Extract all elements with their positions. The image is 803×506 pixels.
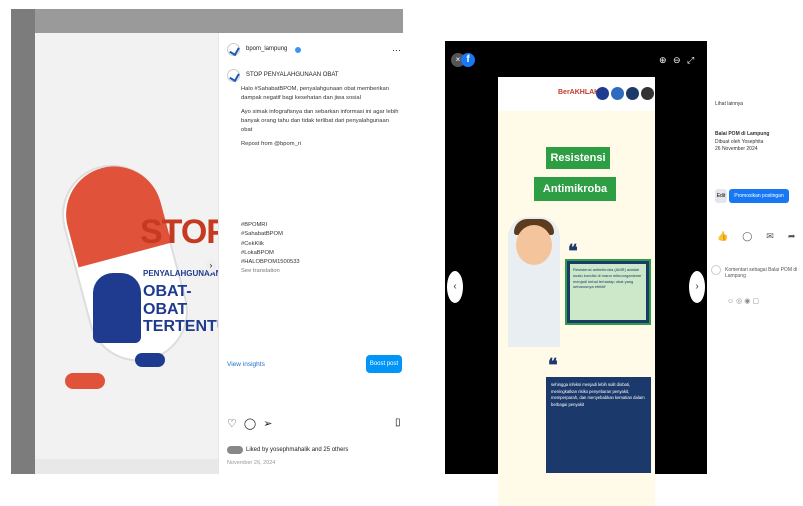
boost-post-button[interactable]: Boost post [366,355,402,373]
comment-input[interactable]: Komentari sebagai Balai POM di Lampung [725,267,803,279]
fullscreen-icon[interactable]: ⤢ [687,55,694,66]
caption-paragraph-1: Halo #SahabatBPOM, penyalahgunaan obat m… [241,86,389,101]
caption-avatar[interactable] [227,69,240,82]
hashtag[interactable]: #HALOBPOM1500533 [241,258,401,267]
zoom-out-icon[interactable]: ⊖ [673,55,681,66]
post-date: 26 November 2024 [715,146,758,152]
liked-by-row: Liked by yosephmahalik and 25 others [227,446,348,454]
zoom-in-icon[interactable]: ⊕ [659,55,667,66]
more-options-icon[interactable]: ··· [392,45,401,55]
instagram-post-image: STOP PENYALAHGUNAAN OBAT-OBAT TERTENTU › [35,33,218,474]
view-insights-link[interactable]: View insights [227,361,265,368]
partner-logo [596,87,609,100]
post-detail-panel: bpom_lampung ··· STOP PENYALAHGUNAAN OBA… [218,33,403,474]
share-icon[interactable]: ➢ [263,417,272,430]
hashtag[interactable]: #SahabatBPOM [241,230,401,239]
berakhlak-logo: BerAKHLAK [558,89,600,96]
account-username[interactable]: bpom_lampung [246,45,287,54]
partner-logo [641,87,654,100]
caption-paragraph-2: Ayo simak infografisnya dan sebarkan inf… [241,108,399,133]
poster-title-1: Resistensi [546,147,610,169]
share-icon[interactable]: ➦ [788,231,796,242]
poster-stop-text: STOP [140,213,218,251]
person-illustration [93,273,141,343]
side-link[interactable]: Lihat lainnya [715,101,743,109]
facebook-photo-viewer: × f ⊕ ⊖ ⤢ BerAKHLAK Resistensi Antimikro… [445,9,803,506]
comment-icon[interactable]: ◯ [742,231,752,242]
small-pill [65,373,105,389]
liker-avatars [227,446,243,454]
caption-body: Halo #SahabatBPOM, penyalahgunaan obat m… [241,85,401,154]
page-info: Balai POM di Lampung Dibuat oleh Yosephi… [715,131,801,154]
background-page-strip [11,9,35,474]
liked-by-text[interactable]: Liked by yosephmahalik and 25 others [246,447,348,453]
hashtag-list: #BPOMRI #SahabatBPOM #CekKlik #LokaBPOM … [241,221,401,277]
image-footer-bar [35,459,218,474]
see-translation-link[interactable]: See translation [241,267,401,276]
facebook-logo-icon[interactable]: f [461,53,475,67]
instagram-post-window: STOP PENYALAHGUNAAN OBAT-OBAT TERTENTU ›… [11,9,403,474]
previous-photo-button[interactable]: ‹ [447,271,463,303]
quote-mark-icon: ❝ [548,355,558,375]
page-name[interactable]: Balai POM di Lampung [715,131,801,139]
caption-header: STOP PENYALAHGUNAAN OBAT [227,69,339,82]
caption-repost: Repost from @bpom_ri [241,140,302,147]
next-photo-button[interactable]: › [689,271,705,303]
partner-logo [626,87,639,100]
comment-icon[interactable]: ◯ [244,417,256,430]
post-date: November 26, 2024 [227,460,276,466]
next-image-button[interactable]: › [206,259,216,273]
like-icon[interactable]: 👍 [717,231,728,242]
poster-title-2: Antimikroba [534,177,616,201]
hashtag[interactable]: #BPOMRI [241,221,401,230]
info-box-1: Resistensi antimikroba (AMR) adalah suat… [565,259,651,325]
poster-headline: OBAT-OBAT TERTENTU [143,283,218,336]
comment-tools-icon[interactable]: ☺◎◉▢ [727,297,761,305]
hashtag[interactable]: #CekKlik [241,240,401,249]
post-sidebar: Lihat lainnya Balai POM di Lampung Dibua… [707,41,803,474]
account-avatar[interactable] [227,43,240,56]
caption-title: STOP PENYALAHGUNAAN OBAT [246,72,339,79]
info-box-2: sehingga infeksi menjadi lebih sulit dio… [546,377,651,473]
like-heart-icon[interactable]: ♡ [227,417,237,430]
edit-button[interactable]: Edit [715,189,727,203]
save-bookmark-icon[interactable]: ▯ [395,417,401,428]
send-icon[interactable]: ✉ [766,231,774,242]
verified-badge-icon [295,46,302,53]
page-subtitle: Dibuat oleh Yosephita [715,138,764,145]
small-pill [135,353,165,367]
poster-image: BerAKHLAK Resistensi Antimikroba ❝ Resis… [498,77,655,506]
reaction-row: 👍 ◯ ✉ ➦ [717,231,795,242]
post-actions: ♡ ◯ ➢ [227,417,272,430]
browser-top-bar [445,9,803,41]
partner-logo [611,87,624,100]
post-header: bpom_lampung [227,43,302,56]
promote-post-button[interactable]: Promosikan postingan [729,189,789,203]
hashtag[interactable]: #LokaBPOM [241,249,401,258]
commenter-avatar [711,265,721,275]
photo-stage: × f ⊕ ⊖ ⤢ BerAKHLAK Resistensi Antimikro… [445,41,707,506]
doctor-head [516,225,552,265]
info-box-1-text: Resistensi antimikroba (AMR) adalah suat… [570,264,646,320]
